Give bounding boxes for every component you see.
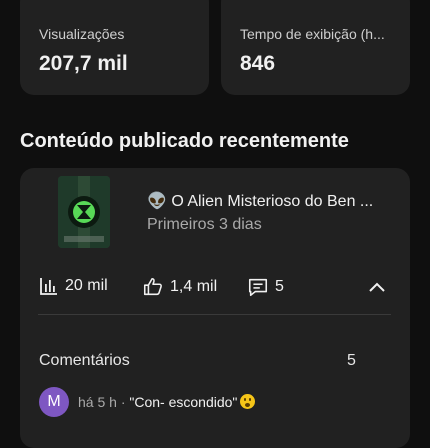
divider [38,314,391,315]
section-title: Conteúdo publicado recentemente [20,130,349,152]
views-metric-value: 20 mil [65,277,108,294]
avatar[interactable]: M [39,387,69,417]
watch-time-stat-label: Tempo de exibição (h... [240,26,385,42]
views-stat-card[interactable]: Visualizações 207,7 mil [20,0,209,95]
video-thumbnail[interactable] [58,176,110,248]
bar-chart-icon [40,278,57,295]
latest-comment[interactable]: há 5 h · "Con- escondido" [78,394,256,410]
chevron-up-icon [369,282,385,292]
comments-metric-value: 5 [275,278,284,295]
thumbs-up-icon [143,277,162,296]
comments-label[interactable]: Comentários [39,352,130,370]
video-title[interactable]: 👽 O Alien Misterioso do Ben ... [147,191,392,211]
video-period: Primeiros 3 dias [147,216,262,233]
watch-time-stat-value: 846 [240,52,276,75]
comments-metric: 5 [247,276,284,298]
recent-content-card: 👽 O Alien Misterioso do Ben ... Primeiro… [20,168,410,448]
collapse-button[interactable] [365,276,389,300]
views-stat-value: 207,7 mil [39,52,128,75]
comments-count: 5 [347,352,356,369]
comment-icon [248,278,268,297]
astonished-face-icon [240,394,256,409]
views-metric: 20 mil [39,276,108,296]
comment-text: "Con- escondido" [129,394,238,410]
likes-metric-value: 1,4 mil [170,278,218,295]
watch-time-stat-card[interactable]: Tempo de exibição (h... 846 [221,0,410,95]
omnitrix-thumbnail-icon [58,176,110,248]
views-stat-label: Visualizações [39,26,125,42]
comment-time: há 5 h · [78,394,130,410]
likes-metric: 1,4 mil [142,276,217,298]
